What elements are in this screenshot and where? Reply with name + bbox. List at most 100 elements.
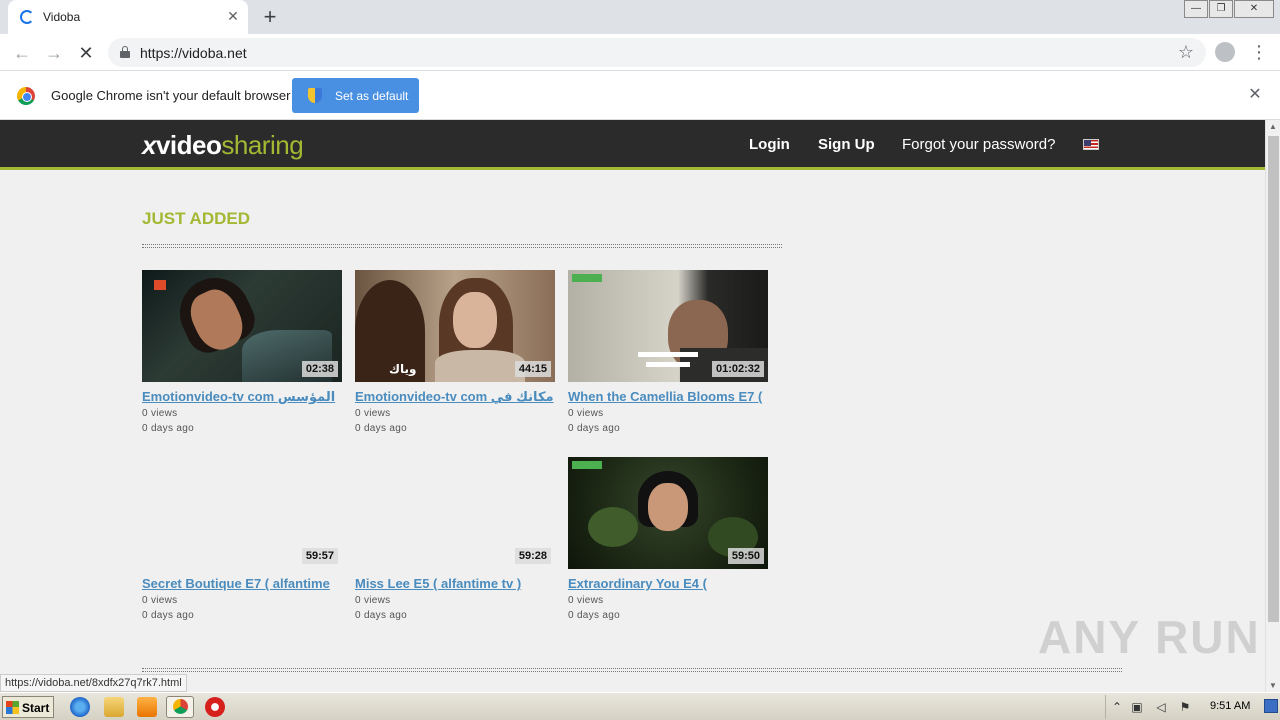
internet-explorer-icon[interactable] xyxy=(70,697,90,717)
window-close-button[interactable]: ✕ xyxy=(1234,0,1274,18)
video-age: 0 days ago xyxy=(568,423,620,434)
address-bar[interactable]: https://vidoba.net ☆ xyxy=(108,38,1206,67)
video-duration: 59:28 xyxy=(514,548,551,564)
start-button[interactable]: Start xyxy=(2,696,54,718)
site-logo[interactable]: xvideosharing xyxy=(142,130,304,161)
url-text[interactable]: https://vidoba.net xyxy=(140,45,247,61)
restore-button[interactable]: ❐ xyxy=(1209,0,1233,18)
new-tab-button[interactable]: + xyxy=(258,5,282,29)
start-label: Start xyxy=(22,701,50,715)
login-link[interactable]: Login xyxy=(749,136,790,153)
video-views: 0 views xyxy=(142,408,178,419)
show-desktop-icon[interactable] xyxy=(1264,699,1278,713)
scroll-down-icon[interactable]: ▼ xyxy=(1269,681,1277,690)
media-player-icon[interactable] xyxy=(137,697,157,717)
video-thumbnail[interactable]: 59:28 xyxy=(355,457,555,569)
volume-icon[interactable]: ◁ xyxy=(1154,700,1168,714)
status-bar-url: https://vidoba.net/8xdfx27q7rk7.html xyxy=(0,674,187,692)
video-card[interactable]: 59:57 Secret Boutique E7 ( alfantime 0 v… xyxy=(142,457,342,632)
tab-close-icon[interactable]: ✕ xyxy=(224,7,242,25)
default-browser-infobar: Google Chrome isn't your default browser… xyxy=(0,71,1280,120)
thumbnail-watermark: وياك xyxy=(389,362,417,376)
video-title-link[interactable]: Emotionvideo-tv com مكانك في xyxy=(355,389,585,405)
logo-sharing: sharing xyxy=(221,130,304,160)
windows-logo-icon xyxy=(6,701,19,714)
profile-avatar-icon[interactable] xyxy=(1215,42,1235,62)
video-age: 0 days ago xyxy=(142,610,194,621)
loading-spinner-icon xyxy=(20,10,34,24)
video-age: 0 days ago xyxy=(142,423,194,434)
chrome-logo-icon xyxy=(17,87,35,105)
opera-icon[interactable] xyxy=(205,697,225,717)
logo-video: video xyxy=(155,130,222,160)
video-card[interactable]: 02:38 Emotionvideo-tv com المؤسس 0 views… xyxy=(142,270,342,445)
video-views: 0 views xyxy=(568,408,604,419)
video-duration: 44:15 xyxy=(514,361,551,377)
minimize-button[interactable]: — xyxy=(1184,0,1208,18)
tray-expand-icon[interactable]: ⌃ xyxy=(1110,700,1124,714)
bookmark-star-icon[interactable]: ☆ xyxy=(1178,42,1194,63)
network-icon[interactable]: ▣ xyxy=(1130,700,1144,714)
chrome-taskbar-icon[interactable] xyxy=(166,696,194,718)
video-views: 0 views xyxy=(142,595,178,606)
video-title-link[interactable]: When the Camellia Blooms E7 ( xyxy=(568,389,768,404)
infobar-message: Google Chrome isn't your default browser xyxy=(51,88,291,103)
video-age: 0 days ago xyxy=(355,423,407,434)
video-thumbnail[interactable]: 59:57 xyxy=(142,457,342,569)
video-views: 0 views xyxy=(355,408,391,419)
video-views: 0 views xyxy=(568,595,604,606)
channel-badge-icon xyxy=(572,274,602,282)
page-viewport: xvideosharing Login Sign Up Forgot your … xyxy=(0,120,1265,692)
section-title: JUST ADDED xyxy=(142,209,250,228)
video-title-link[interactable]: Secret Boutique E7 ( alfantime xyxy=(142,576,372,591)
video-title-link[interactable]: Emotionvideo-tv com المؤسس xyxy=(142,389,372,405)
video-card[interactable]: 01:02:32 When the Camellia Blooms E7 ( 0… xyxy=(568,270,768,445)
video-views: 0 views xyxy=(355,595,391,606)
set-as-default-button[interactable]: Set as default xyxy=(292,78,419,113)
back-arrow-icon[interactable]: ← xyxy=(10,41,34,65)
section-divider-bottom xyxy=(142,668,1122,672)
video-thumbnail[interactable]: وياك 44:15 xyxy=(355,270,555,382)
section-divider xyxy=(142,244,782,248)
infobar-close-icon[interactable]: ✕ xyxy=(1246,86,1264,104)
tab-title: Vidoba xyxy=(43,10,81,24)
scrollbar-thumb[interactable] xyxy=(1268,136,1279,622)
scroll-up-icon[interactable]: ▲ xyxy=(1269,122,1277,131)
video-duration: 59:57 xyxy=(301,548,338,564)
file-explorer-icon[interactable] xyxy=(104,697,124,717)
video-age: 0 days ago xyxy=(568,610,620,621)
forward-arrow-icon[interactable]: → xyxy=(42,41,66,65)
stop-loading-icon[interactable]: ✕ xyxy=(74,41,98,65)
video-title-link[interactable]: Miss Lee E5 ( alfantime tv ) xyxy=(355,576,585,591)
tab-strip: Vidoba ✕ + — ❐ ✕ xyxy=(0,0,1280,34)
video-duration: 02:38 xyxy=(301,361,338,377)
lock-icon xyxy=(120,46,130,58)
video-title-link[interactable]: Extraordinary You E4 ( xyxy=(568,576,768,591)
channel-logo-icon xyxy=(154,280,166,290)
taskbar-clock[interactable]: 9:51 AM xyxy=(1210,700,1250,712)
action-center-flag-icon[interactable]: ⚑ xyxy=(1178,700,1192,714)
signup-link[interactable]: Sign Up xyxy=(818,136,875,153)
anyrun-watermark: ANY RUN xyxy=(1038,611,1261,663)
browser-tab[interactable]: Vidoba ✕ xyxy=(8,0,248,34)
windows-taskbar: Start ⌃ ▣ ◁ ⚑ 9:51 AM xyxy=(0,692,1280,720)
video-card[interactable]: 59:50 Extraordinary You E4 ( 0 views 0 d… xyxy=(568,457,768,632)
video-card[interactable]: وياك 44:15 Emotionvideo-tv com مكانك في … xyxy=(355,270,555,445)
site-header: xvideosharing Login Sign Up Forgot your … xyxy=(0,120,1265,170)
video-card[interactable]: 59:28 Miss Lee E5 ( alfantime tv ) 0 vie… xyxy=(355,457,555,632)
set-as-default-label: Set as default xyxy=(335,89,409,103)
vertical-scrollbar[interactable]: ▲ ▼ xyxy=(1265,120,1280,692)
us-flag-icon[interactable] xyxy=(1083,139,1099,150)
uac-shield-icon xyxy=(308,88,322,103)
video-age: 0 days ago xyxy=(355,610,407,621)
video-duration: 01:02:32 xyxy=(711,361,764,377)
logo-x: x xyxy=(142,130,156,160)
video-thumbnail[interactable]: 02:38 xyxy=(142,270,342,382)
video-thumbnail[interactable]: 59:50 xyxy=(568,457,768,569)
browser-toolbar: ← → ✕ https://vidoba.net ☆ ⋮ xyxy=(0,34,1280,71)
video-duration: 59:50 xyxy=(727,548,764,564)
menu-kebab-icon[interactable]: ⋮ xyxy=(1250,40,1268,64)
channel-badge-icon xyxy=(572,461,602,469)
video-thumbnail[interactable]: 01:02:32 xyxy=(568,270,768,382)
forgot-password-link[interactable]: Forgot your password? xyxy=(902,136,1055,153)
